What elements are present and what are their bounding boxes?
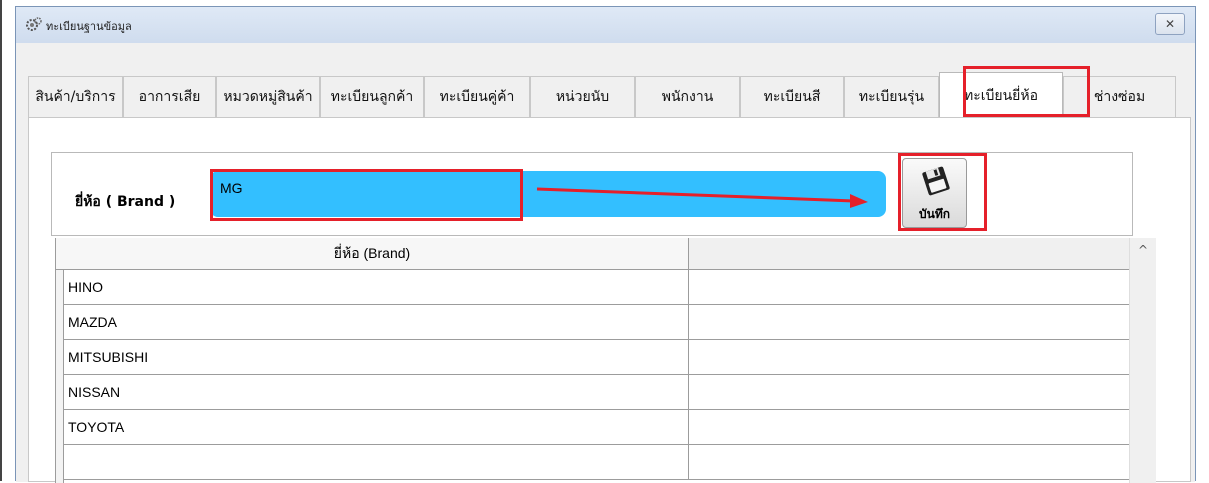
column-header-brand[interactable]: ยี่ห้อ (Brand) [56, 238, 689, 270]
tab-label: อาการเสีย [138, 89, 201, 105]
client-area: สินค้า/บริการ อาการเสีย หมวดหมู่สินค้า ท… [16, 43, 1195, 483]
left-window-edge [0, 0, 2, 481]
tab-products-services[interactable]: สินค้า/บริการ [28, 76, 123, 117]
brand-cell[interactable]: TOYOTA [64, 410, 689, 444]
table-row[interactable]: MITSUBISHI [64, 340, 1129, 375]
brand-cell[interactable] [64, 445, 689, 479]
tab-symptoms[interactable]: อาการเสีย [123, 76, 216, 117]
tab-label: หน่วยนับ [555, 89, 610, 105]
brand-grid: ยี่ห้อ (Brand) HINO MAZDA MITSUBISHI NIS… [55, 238, 1156, 483]
tab-partners[interactable]: ทะเบียนคู่ค้า [424, 76, 530, 117]
tab-label: ทะเบียนสี [763, 89, 821, 105]
brand-tab-highlight [963, 66, 1090, 117]
brand-cell[interactable]: MITSUBISHI [64, 340, 689, 374]
save-button-highlight [898, 153, 987, 231]
brand-cell[interactable]: HINO [64, 270, 689, 304]
close-button[interactable]: ✕ [1155, 13, 1185, 35]
chevron-up-icon: ^ [1137, 243, 1149, 257]
tab-label: ทะเบียนคู่ค้า [439, 89, 515, 105]
scroll-up-button[interactable]: ^ [1130, 238, 1156, 262]
table-row[interactable] [64, 445, 1129, 480]
tab-label: สินค้า/บริการ [35, 89, 116, 105]
vertical-scrollbar[interactable]: ^ [1129, 238, 1156, 483]
tab-label: พนักงาน [661, 89, 714, 105]
table-row[interactable]: TOYOTA [64, 410, 1129, 445]
brand-cell[interactable]: NISSAN [64, 375, 689, 409]
arrow-annotation-icon [536, 187, 868, 208]
database-registry-window: ทะเบียนฐานข้อมูล ✕ สินค้า/บริการ อาการเส… [15, 6, 1196, 483]
table-row[interactable]: MAZDA [64, 305, 1129, 340]
brand-form-group: ยี่ห้อ ( Brand ) MG บันทึก [51, 152, 1133, 236]
brand-input-highlight [210, 169, 523, 221]
brand-tab-page: ยี่ห้อ ( Brand ) MG บันทึก ยี่ห้อ (Brand… [28, 117, 1191, 483]
app-gear-icon [26, 17, 42, 31]
tab-employees[interactable]: พนักงาน [635, 76, 740, 117]
tab-units[interactable]: หน่วยนับ [530, 76, 635, 117]
brand-label: ยี่ห้อ ( Brand ) [75, 194, 176, 210]
row-header-column [56, 238, 64, 483]
tab-label: ทะเบียนลูกค้า [330, 89, 414, 105]
table-row[interactable]: NISSAN [64, 375, 1129, 410]
tab-colors[interactable]: ทะเบียนสี [740, 76, 844, 117]
close-icon: ✕ [1164, 17, 1176, 31]
table-row[interactable]: HINO [64, 270, 1129, 305]
tab-label: หมวดหมู่สินค้า [223, 89, 313, 105]
title-bar: ทะเบียนฐานข้อมูล ✕ [16, 7, 1195, 43]
brand-cell[interactable]: MAZDA [64, 305, 689, 339]
tab-customers[interactable]: ทะเบียนลูกค้า [320, 76, 424, 117]
tab-models[interactable]: ทะเบียนรุ่น [844, 76, 939, 117]
tab-product-categories[interactable]: หมวดหมู่สินค้า [216, 76, 320, 117]
tab-label: ทะเบียนรุ่น [858, 89, 925, 105]
column-header-blank [689, 238, 1129, 270]
window-title: ทะเบียนฐานข้อมูล [46, 20, 132, 33]
tab-label: ช่างซ่อม [1093, 89, 1146, 105]
